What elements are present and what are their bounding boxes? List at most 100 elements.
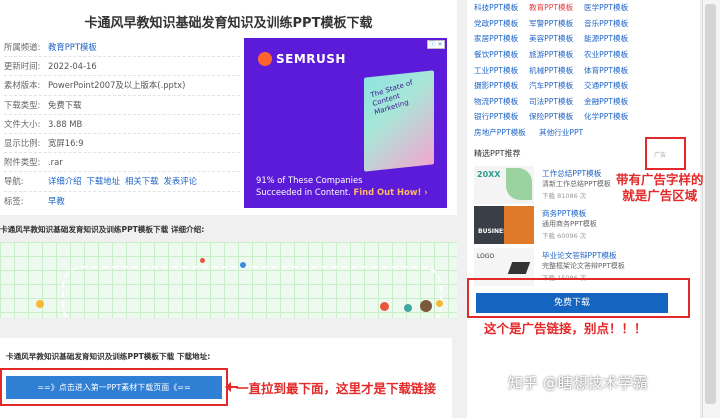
meta-row-nav: 导航: 详细介绍 下载地址 相关下载 发表评论: [4, 172, 240, 192]
ad-line-2: Succeeded in Content.: [256, 187, 351, 197]
meta-value: 2022-04-16: [48, 61, 97, 72]
category-link[interactable]: 摄影PPT模板: [474, 80, 529, 91]
category-link[interactable]: 医学PPT模板: [584, 2, 639, 13]
category-link[interactable]: 工业PPT模板: [474, 65, 529, 76]
meta-row-size: 文件大小: 3.88 MB: [4, 115, 240, 134]
category-link[interactable]: 汽车PPT模板: [529, 80, 584, 91]
scrollbar-thumb[interactable]: [705, 4, 716, 404]
category-link[interactable]: 机械PPT模板: [529, 65, 584, 76]
meta-value: 免费下载: [48, 99, 82, 110]
meta-row-attachment: 附件类型: .rar: [4, 153, 240, 173]
meta-row-ratio: 显示比例: 宽屏16:9: [4, 134, 240, 154]
category-link[interactable]: 化学PPT模板: [584, 111, 639, 122]
category-link[interactable]: 房地产PPT模板: [474, 127, 539, 138]
reco-desc: 完整框架论文答辩PPT模板: [542, 262, 625, 270]
nav-link-comment[interactable]: 发表评论: [164, 175, 198, 187]
category-link[interactable]: 保险PPT模板: [529, 111, 584, 122]
annotation-ad-link: 这个是广告链接，别点！！！: [484, 321, 647, 336]
category-link[interactable]: 体育PPT模板: [584, 65, 639, 76]
meta-key: 素材版本:: [4, 80, 41, 91]
category-row: 摄影PPT模板 汽车PPT模板 交通PPT模板: [474, 78, 694, 94]
meta-value: .rar: [48, 157, 63, 168]
category-link[interactable]: 其他行业PPT: [539, 127, 594, 138]
reco-title[interactable]: 毕业论文答辩PPT模板: [542, 250, 617, 261]
graduation-cap-icon: [507, 262, 531, 274]
meta-value: PowerPoint2007及以上版本(.pptx): [48, 80, 186, 91]
details-heading: 卡通风早教知识基础发育知识及训练PPT模板下载 详细介绍:: [0, 225, 205, 234]
preview-image: [0, 242, 457, 318]
thumb-caption: LOGO: [477, 253, 495, 260]
meta-key: 所属频道:: [4, 42, 41, 53]
semrush-logo: SEMRUSH: [258, 52, 346, 66]
nav-link-related[interactable]: 相关下载: [125, 175, 159, 187]
ad-book-title: The State of Content Marketing: [369, 78, 414, 117]
page-title: 卡通风早教知识基础发育知识及训练PPT模板下载: [84, 16, 373, 31]
meta-value: 3.88 MB: [48, 118, 83, 129]
annotation-ad-area-line: 就是广告区域: [622, 188, 698, 203]
ad-cta[interactable]: Find Out How! ›: [354, 187, 428, 197]
meta-value: 宽屏16:9: [48, 138, 84, 149]
reco-desc: 通用商务PPT模板: [542, 220, 597, 228]
thumb-caption: 20XX: [477, 170, 501, 179]
semrush-flame-icon: [258, 52, 272, 66]
decor-dot: [420, 300, 432, 312]
category-row: 工业PPT模板 机械PPT模板 体育PPT模板: [474, 62, 694, 78]
semrush-ad-banner[interactable]: ⓘ ✕ SEMRUSH The State of Content Marketi…: [244, 38, 447, 208]
category-link[interactable]: 旅游PPT模板: [529, 49, 584, 60]
category-row: 家居PPT模板 美容PPT模板 能源PPT模板: [474, 31, 694, 47]
ad-line-1: 91% of These Companies: [256, 175, 363, 185]
meta-key: 下载类型:: [4, 99, 41, 110]
reco-item[interactable]: BUSINESS 商务PPT模板 通用商务PPT模板 下载 60096 次: [474, 206, 694, 244]
category-link[interactable]: 科技PPT模板: [474, 2, 529, 13]
category-row: 科技PPT模板 教育PPT模板 医学PPT模板: [474, 0, 694, 16]
channel-link[interactable]: 教育PPT模板: [48, 41, 97, 53]
category-link[interactable]: 能源PPT模板: [584, 33, 639, 44]
category-grid: 科技PPT模板 教育PPT模板 医学PPT模板 党政PPT模板 军警PPT模板 音乐PP…: [474, 0, 694, 140]
meta-key: 显示比例:: [4, 138, 41, 149]
thumb-stripe-icon: [504, 206, 534, 244]
annotation-ad-area-line: 带有广告字样的: [616, 172, 704, 187]
annotation-ad-area: 带有广告字样的 就是广告区域: [616, 172, 704, 204]
watermark: 知乎 @瞎想技术学霸: [508, 374, 648, 392]
category-link[interactable]: 农业PPT模板: [584, 49, 639, 60]
category-link[interactable]: 音乐PPT模板: [584, 18, 639, 29]
category-link-active[interactable]: 教育PPT模板: [529, 2, 584, 13]
resource-info-card: 卡通风早教知识基础发育知识及训练PPT模板下载 所属频道: 教育PPT模板 更新…: [0, 0, 457, 215]
category-link[interactable]: 银行PPT模板: [474, 111, 529, 122]
meta-key: 更新时间:: [4, 61, 41, 72]
reco-title[interactable]: 商务PPT模板: [542, 208, 586, 219]
category-link[interactable]: 金融PPT模板: [584, 96, 639, 107]
category-link[interactable]: 军警PPT模板: [529, 18, 584, 29]
reco-thumbnail: BUSINESS: [474, 206, 534, 244]
meta-key: 标签:: [4, 196, 24, 207]
decor-dot: [200, 258, 205, 263]
ad-copy: 91% of These Companies Succeeded in Cont…: [256, 174, 428, 198]
decor-dot: [436, 300, 443, 307]
category-link[interactable]: 餐饮PPT模板: [474, 49, 529, 60]
decor-dot: [404, 304, 412, 312]
download-heading: 卡通风早教知识基础发育知识及训练PPT模板下载 下载地址:: [6, 352, 211, 361]
annotation-real-link: 一直拉到最下面，这里才是下载链接: [236, 381, 437, 396]
annotation-box-real-link: [0, 368, 228, 406]
meta-row-channel: 所属频道: 教育PPT模板: [4, 38, 240, 58]
nav-link-download[interactable]: 下载地址: [87, 175, 121, 187]
decor-dot: [36, 300, 44, 308]
meta-key: 导航:: [4, 176, 24, 187]
ad-close-icon[interactable]: ⓘ ✕: [427, 40, 445, 49]
category-link[interactable]: 物流PPT模板: [474, 96, 529, 107]
nav-link-details[interactable]: 详细介绍: [48, 175, 82, 187]
reco-desc: 清新工作总结PPT模板: [542, 180, 611, 188]
reco-title[interactable]: 工作总结PPT模板: [542, 168, 601, 179]
category-link[interactable]: 交通PPT模板: [584, 80, 639, 91]
category-link[interactable]: 党政PPT模板: [474, 18, 529, 29]
category-link[interactable]: 家居PPT模板: [474, 33, 529, 44]
tag-link[interactable]: 早教: [48, 195, 65, 207]
category-link[interactable]: 美容PPT模板: [529, 33, 584, 44]
semrush-brand: SEMRUSH: [276, 52, 346, 66]
decor-dot: [240, 262, 246, 268]
category-link[interactable]: 司法PPT模板: [529, 96, 584, 107]
meta-row-version: 素材版本: PowerPoint2007及以上版本(.pptx): [4, 76, 240, 96]
meta-key: 文件大小:: [4, 118, 41, 129]
annotation-box-ad-tag: [645, 137, 686, 170]
category-row: 银行PPT模板 保险PPT模板 化学PPT模板: [474, 109, 694, 125]
